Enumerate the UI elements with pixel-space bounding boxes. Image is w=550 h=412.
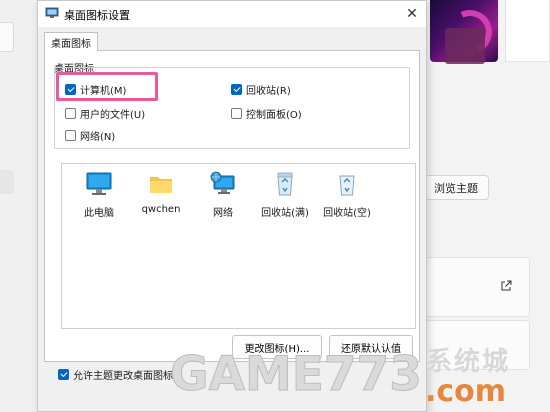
- checkbox-box[interactable]: [65, 130, 76, 141]
- icon-recycle-empty[interactable]: 回收站(空): [316, 170, 378, 219]
- external-link-icon[interactable]: [500, 280, 512, 292]
- checkbox-box[interactable]: [65, 108, 76, 119]
- checkbox-label: 用户的文件(U): [80, 110, 146, 121]
- recycle-bin-empty-icon: [339, 175, 355, 196]
- background-settings-card-2[interactable]: [425, 320, 530, 370]
- checkbox-network[interactable]: 网络(N): [65, 128, 115, 143]
- icon-label: 此电脑: [84, 208, 114, 219]
- checkbox-box[interactable]: [58, 369, 69, 380]
- folder-icon: [150, 177, 172, 193]
- icon-label: 回收站(满): [261, 208, 309, 219]
- icon-label: qwchen: [141, 204, 181, 215]
- checkbox-computer[interactable]: 计算机(M): [65, 82, 126, 97]
- checkbox-label: 允许主题更改桌面图标: [73, 371, 173, 382]
- checkbox-label: 网络(N): [80, 132, 116, 143]
- background-card: [0, 22, 14, 52]
- checkbox-label: 控制面板(O): [246, 110, 302, 121]
- desktop-settings-icon: [45, 7, 59, 18]
- checkbox-box[interactable]: [231, 108, 242, 119]
- icon-user-folder[interactable]: qwchen: [130, 170, 192, 215]
- checkbox-recycle-bin[interactable]: 回收站(R): [231, 82, 291, 97]
- checkbox-label: 计算机(M): [80, 86, 127, 97]
- icon-network[interactable]: 网络: [192, 170, 254, 219]
- monitor-icon: [86, 172, 112, 195]
- checkbox-user-files[interactable]: 用户的文件(U): [65, 106, 145, 121]
- recycle-bin-full-icon: [277, 172, 293, 196]
- tab-desktop-icons[interactable]: 桌面图标: [44, 32, 98, 51]
- checkbox-label: 回收站(R): [246, 86, 291, 97]
- restore-default-button[interactable]: 还原默认认值: [329, 335, 413, 359]
- checkbox-box[interactable]: [65, 84, 76, 95]
- title-bar[interactable]: 桌面图标设置 ✕: [38, 1, 426, 27]
- checkbox-allow-theme-change[interactable]: 允许主题更改桌面图标: [58, 367, 173, 382]
- browse-themes-button[interactable]: 浏览主题: [423, 175, 489, 200]
- theme-preview-tile: [445, 28, 485, 64]
- tab-panel: 桌面图标 计算机(M) 回收站(R) 用户的文件(U) 控制面板(O) 网络(N…: [44, 50, 420, 362]
- icon-label: 回收站(空): [323, 208, 371, 219]
- change-icon-button[interactable]: 更改图标(H)...: [232, 335, 322, 359]
- close-button[interactable]: ✕: [398, 1, 426, 27]
- background-settings-card[interactable]: [425, 257, 530, 317]
- checkbox-box[interactable]: [231, 84, 242, 95]
- close-icon: ✕: [406, 6, 418, 22]
- icon-recycle-full[interactable]: 回收站(满): [254, 170, 316, 219]
- background-nav-item: [0, 170, 14, 194]
- icon-label: 网络: [213, 208, 233, 219]
- icon-list[interactable]: 此电脑 qwchen 网络 回收站(满) 回收站(空): [61, 163, 416, 329]
- desktop-icon-settings-dialog: 桌面图标设置 ✕ 桌面图标 桌面图标 计算机(M) 回收站(R) 用户的文件(U…: [37, 0, 427, 412]
- background-side-panel: [505, 0, 550, 62]
- network-icon: [210, 171, 235, 194]
- checkbox-control-panel[interactable]: 控制面板(O): [231, 106, 302, 121]
- icon-this-pc[interactable]: 此电脑: [68, 170, 130, 219]
- background-left-pane: [0, 0, 40, 412]
- dialog-title: 桌面图标设置: [64, 9, 130, 22]
